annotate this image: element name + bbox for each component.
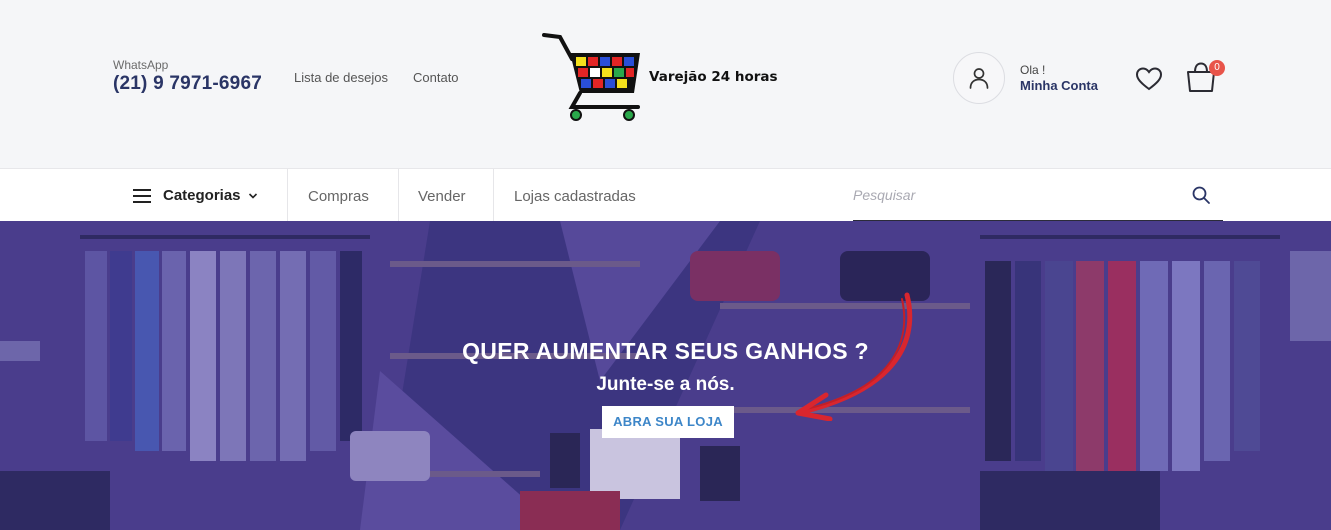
nav-item-vender[interactable]: Vender [418,169,466,222]
top-header: WhatsApp (21) 9 7971-6967 Lista de desej… [0,0,1331,168]
user-icon [969,68,989,89]
whatsapp-label: WhatsApp [113,58,169,72]
hero-banner: QUER AUMENTAR SEUS GANHOS ? Junte-se a n… [0,221,1331,530]
search-icon[interactable] [1191,185,1211,205]
hero-subtitle: Junte-se a nós. [596,374,735,395]
shopping-cart-logo-icon [542,33,640,121]
whatsapp-number[interactable]: (21) 9 7971-6967 [113,73,262,95]
main-nav: Categorias Compras Vender Lojas cadastra… [0,168,1331,222]
my-account-link[interactable]: Minha Conta [1020,78,1098,93]
nav-divider [493,169,494,222]
categories-label: Categorias [163,187,241,204]
heart-icon[interactable] [1135,66,1163,92]
hamburger-menu-icon [133,188,151,203]
contact-link[interactable]: Contato [413,70,459,85]
red-arrow-icon [795,292,913,421]
wishlist-link[interactable]: Lista de desejos [294,70,388,85]
categories-menu[interactable]: Categorias [133,169,258,222]
hero-title: QUER AUMENTAR SEUS GANHOS ? [462,338,869,364]
search-bar [853,169,1223,222]
whatsapp-contact[interactable]: WhatsApp (21) 9 7971-6967 [113,58,262,95]
account-info[interactable]: Ola ! Minha Conta [1020,63,1098,93]
search-input[interactable] [853,181,1173,209]
account-button[interactable] [953,52,1005,104]
account-greeting: Ola ! [1020,63,1046,77]
nav-item-lojas-cadastradas[interactable]: Lojas cadastradas [514,169,636,222]
nav-divider [398,169,399,222]
chevron-down-icon [248,192,257,199]
nav-divider [287,169,288,222]
logo-text: Varejão 24 horas [649,69,778,85]
logo[interactable]: Varejão 24 horas [542,31,802,123]
cart-count-badge: 0 [1209,60,1225,76]
open-store-button[interactable]: ABRA SUA LOJA [602,406,734,438]
nav-item-compras[interactable]: Compras [308,169,369,222]
